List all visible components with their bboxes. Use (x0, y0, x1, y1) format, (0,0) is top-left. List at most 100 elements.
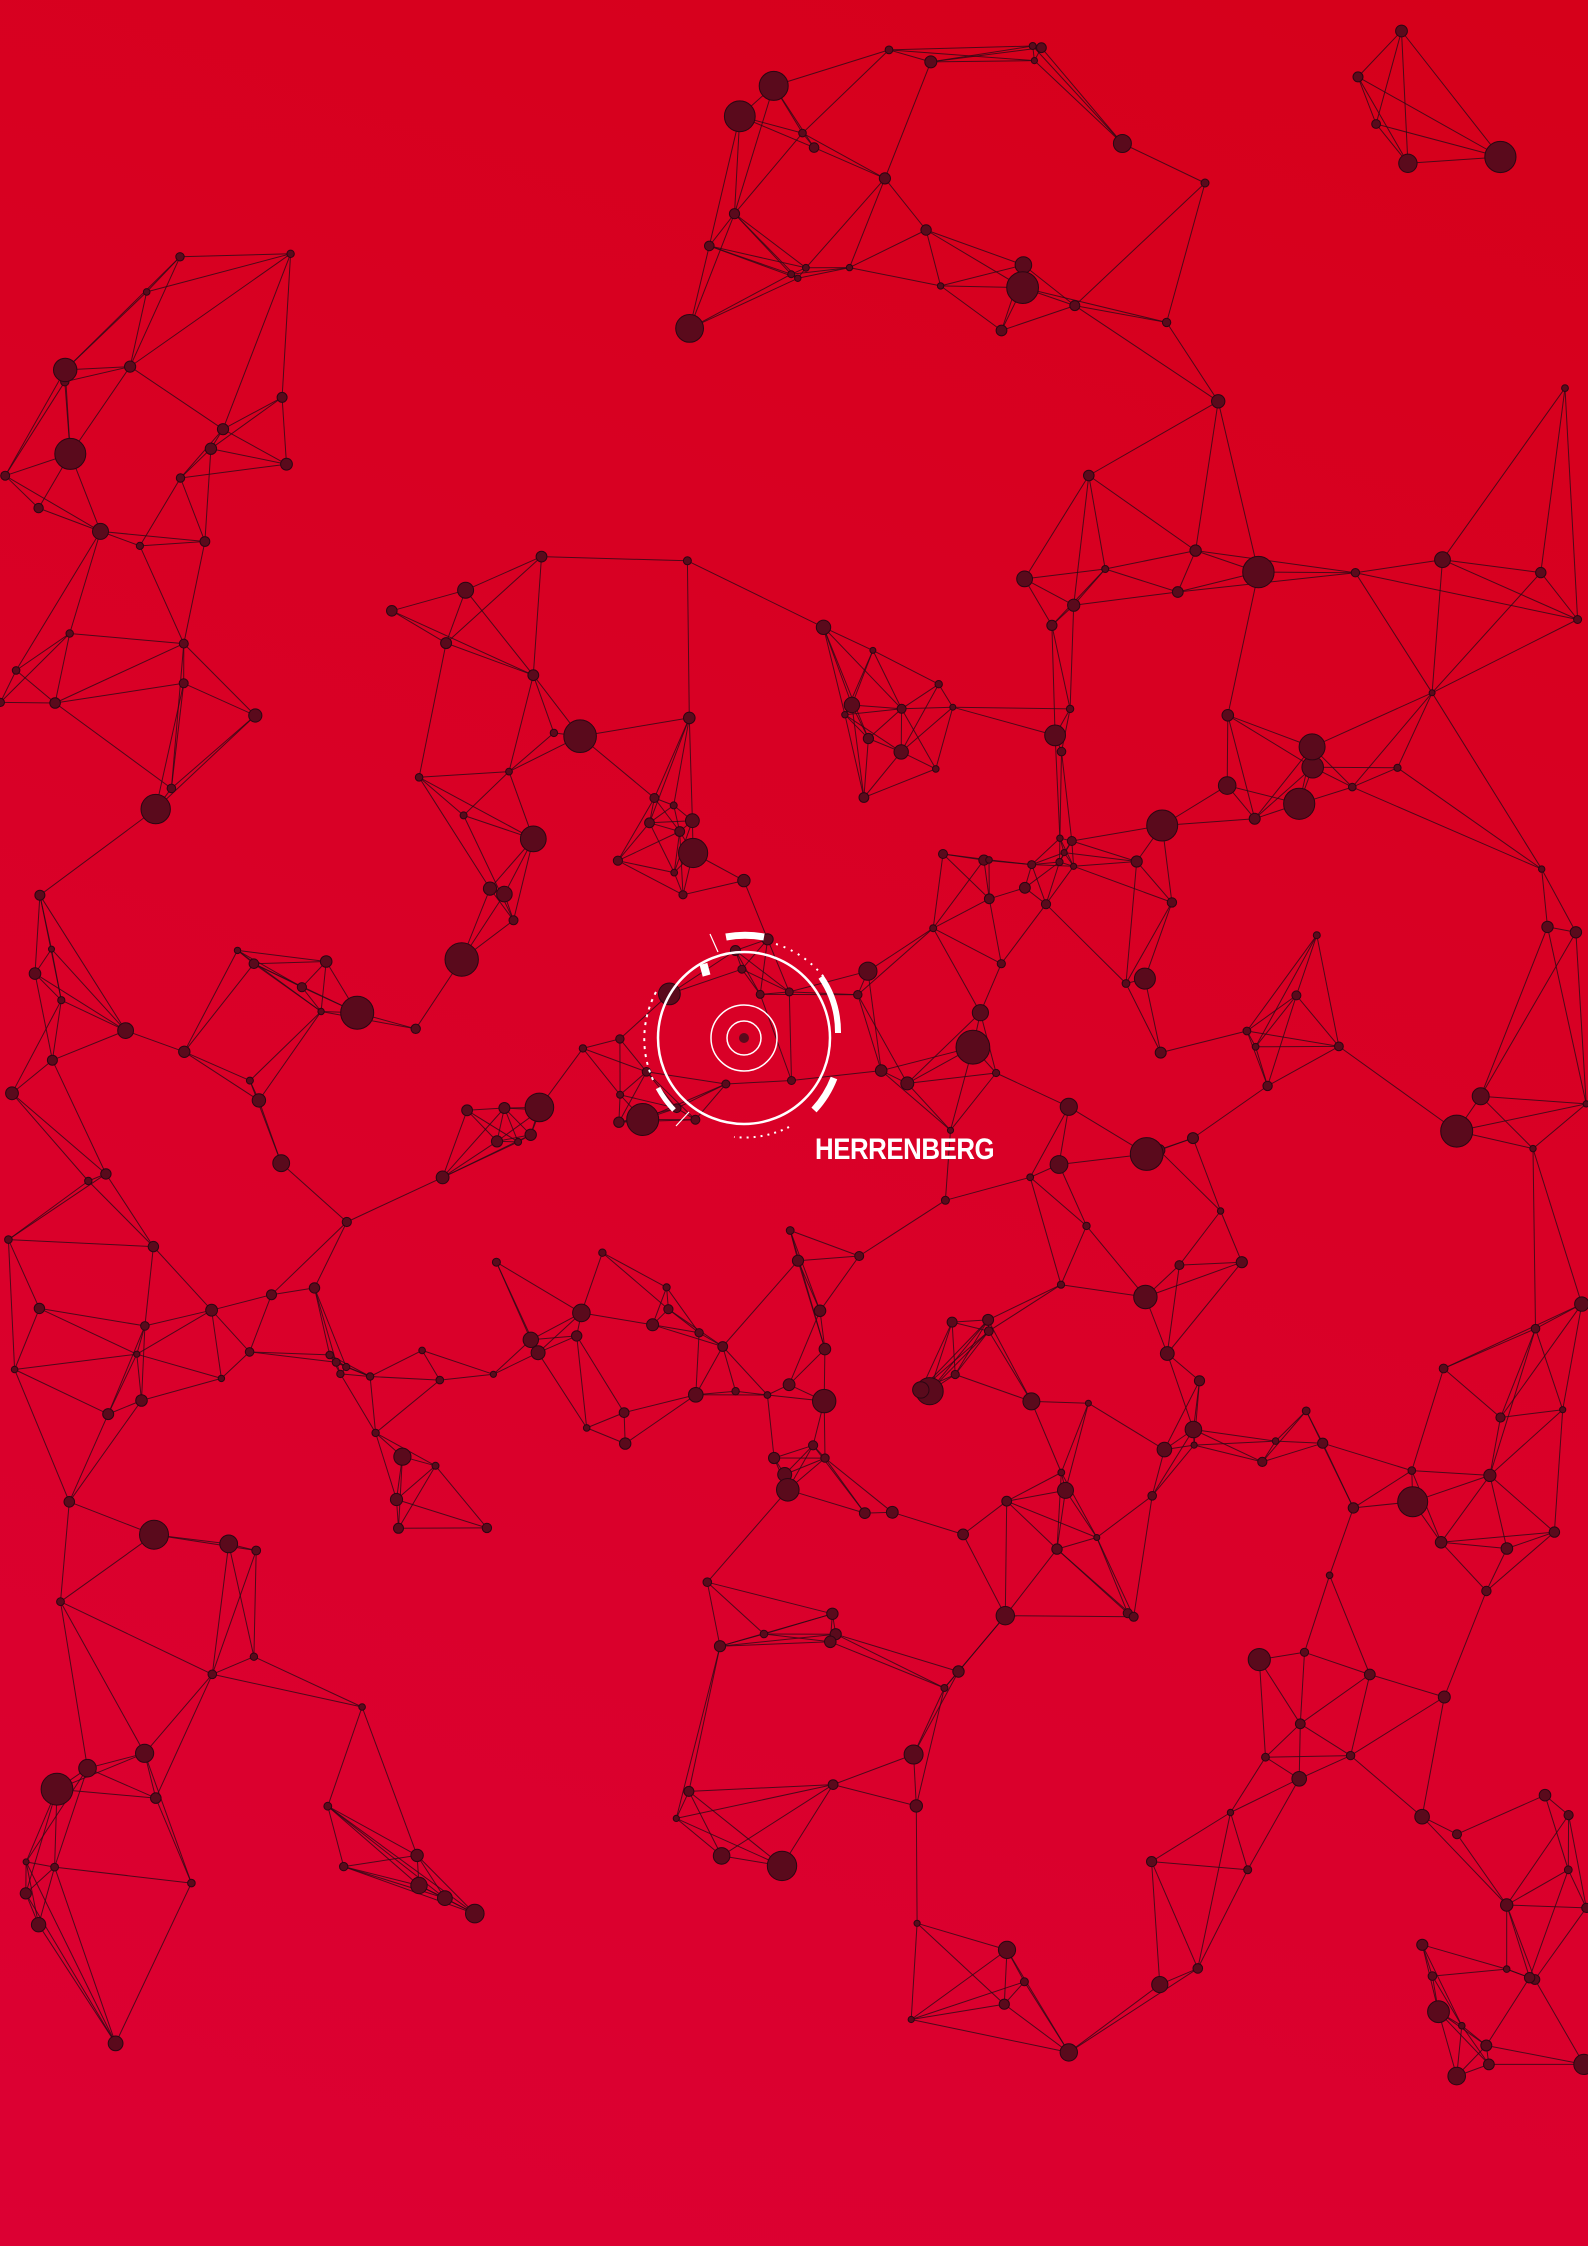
network-node (100, 1168, 112, 1180)
network-link (249, 1080, 282, 1164)
network-node (971, 1004, 990, 1022)
network-link (228, 1543, 255, 1657)
network-link (911, 2019, 1069, 2053)
network-node (1216, 1207, 1225, 1215)
network-link (1401, 30, 1501, 158)
network-node (841, 711, 849, 719)
network-node (1192, 1963, 1204, 1974)
network-link (369, 1349, 423, 1377)
network-link (1506, 1904, 1587, 1909)
network-node (1395, 24, 1408, 38)
network-node (1561, 384, 1569, 393)
network-link (1421, 1696, 1445, 1817)
network-link (790, 1230, 860, 1257)
network-link (1166, 182, 1206, 323)
network-link (1369, 1674, 1445, 1698)
network-link (1096, 1537, 1135, 1618)
network-link (955, 1374, 1032, 1402)
network-link (1045, 903, 1127, 984)
network-link (722, 1260, 799, 1347)
network-link (1060, 1403, 1089, 1473)
network-node (308, 1282, 321, 1294)
network-link (1489, 1475, 1555, 1533)
network-link (1296, 995, 1340, 1047)
network-link (60, 1534, 155, 1603)
network-link (602, 1252, 669, 1310)
reticle-tick (675, 1111, 690, 1127)
network-node (150, 1792, 162, 1804)
network-node (57, 996, 66, 1005)
network-node (30, 1917, 47, 1933)
network-node (843, 696, 861, 714)
network-node (482, 881, 498, 896)
network-link (314, 1287, 337, 1363)
network-map (0, 24, 1588, 2086)
network-link (1305, 1410, 1354, 1509)
network-node (1574, 1296, 1588, 1312)
network-node (615, 1034, 625, 1044)
network-link (884, 61, 932, 179)
network-node (1301, 1406, 1311, 1416)
network-link (1060, 1225, 1087, 1285)
network-link (11, 1092, 107, 1175)
network-node (934, 680, 943, 689)
network-node (1059, 2043, 1079, 2062)
network-link (916, 1922, 1005, 2005)
network-link (418, 776, 534, 840)
network-link (935, 707, 954, 770)
network-node (1151, 1976, 1169, 1994)
network-link (1068, 1984, 1161, 2053)
network-node (802, 263, 810, 272)
network-node (216, 423, 230, 436)
network-link (418, 776, 464, 816)
network-link (849, 267, 941, 287)
network-node (949, 703, 957, 711)
network-node (712, 1847, 731, 1865)
network-link (211, 1310, 222, 1379)
network-link (1262, 1442, 1323, 1463)
network-node (995, 324, 1008, 337)
network-node (723, 100, 756, 133)
network-node (233, 946, 242, 955)
network-link (930, 60, 1035, 63)
network-node (1242, 555, 1275, 589)
network-node (1345, 1750, 1356, 1761)
network-link (907, 1072, 997, 1084)
network-link (1567, 1869, 1587, 1909)
network-link (1088, 1402, 1165, 1451)
network-link (183, 541, 206, 644)
network-node (28, 967, 42, 980)
network-link (1151, 1429, 1194, 1497)
network-node (1529, 1144, 1537, 1153)
network-link (1486, 1531, 1555, 1592)
network-link (445, 556, 542, 644)
network-link (183, 643, 256, 716)
network-link (136, 1353, 222, 1379)
network-node (48, 945, 55, 953)
network-link (0, 670, 17, 703)
network-link (463, 771, 510, 816)
network-node (813, 1304, 827, 1318)
network-node (524, 1128, 537, 1142)
network-node (33, 1302, 46, 1315)
network-link (1122, 143, 1206, 184)
network-link (54, 643, 185, 704)
network-link (1073, 568, 1106, 606)
network-link (183, 682, 256, 716)
network-link (868, 708, 902, 739)
network-link (1151, 1861, 1161, 1985)
network-link (54, 702, 172, 789)
network-link (1329, 1575, 1371, 1675)
network-node (505, 767, 513, 776)
network-link (1350, 1696, 1445, 1757)
network-link (398, 1465, 436, 1529)
network-link (253, 1550, 257, 1657)
network-node (1559, 1406, 1567, 1414)
network-node (1348, 782, 1357, 792)
network-node (1040, 899, 1052, 910)
network-node (878, 172, 892, 185)
network-node (1147, 1491, 1157, 1501)
target-reticle-icon[interactable] (643, 931, 842, 1139)
network-node (913, 1919, 921, 1927)
network-link (1258, 1659, 1266, 1758)
